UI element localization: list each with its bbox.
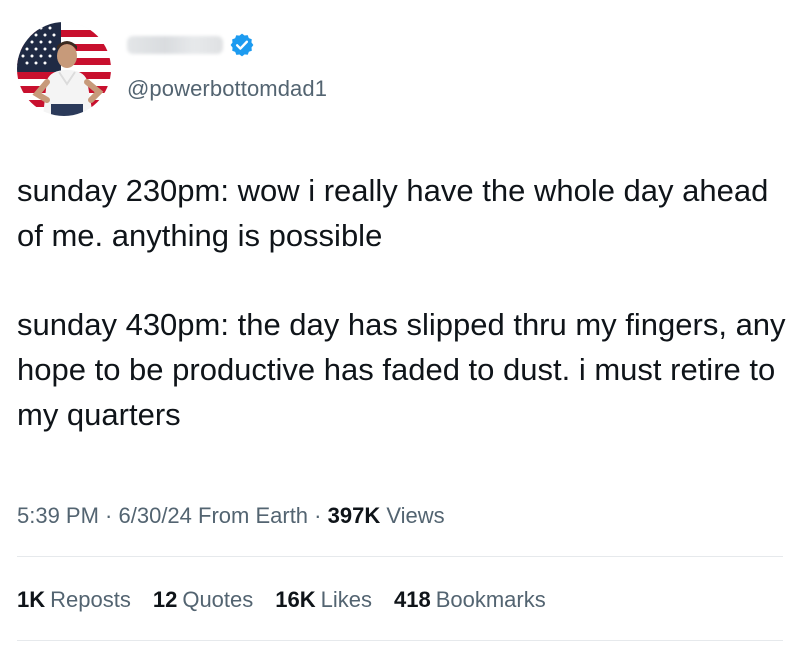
likes-count: 16K (275, 587, 316, 612)
tweet-date[interactable]: 6/30/24 (119, 503, 192, 528)
views-label: Views (380, 503, 445, 528)
bookmarks-label: Bookmarks (435, 587, 546, 612)
tweet-paragraph: sunday 230pm: wow i really have the whol… (17, 173, 769, 253)
divider (17, 556, 783, 557)
meta-separator: · (308, 503, 328, 528)
tweet-source: From Earth (191, 503, 309, 528)
author-name-row[interactable] (127, 28, 255, 62)
tweet-card: @powerbottomdad1 sunday 230pm: wow i rea… (0, 0, 800, 647)
tweet-time[interactable]: 5:39 PM (17, 503, 99, 528)
likes-label: Likes (320, 587, 372, 612)
tweet-text: sunday 230pm: wow i really have the whol… (17, 168, 787, 437)
flag-portrait-avatar-icon (17, 22, 111, 116)
bookmarks-stat[interactable]: 418 Bookmarks (394, 587, 546, 613)
author-handle[interactable]: @powerbottomdad1 (127, 76, 327, 102)
reposts-stat[interactable]: 1K Reposts (17, 587, 131, 613)
quotes-label: Quotes (182, 587, 254, 612)
author-avatar[interactable] (17, 22, 111, 116)
author-display-name-redacted (127, 36, 223, 54)
quotes-count: 12 (152, 587, 178, 612)
tweet-paragraph: sunday 430pm: the day has slipped thru m… (17, 307, 786, 432)
verified-badge-icon (230, 33, 254, 57)
reposts-count: 1K (17, 587, 46, 612)
engagement-stats: 1K Reposts 12 Quotes 16K Likes 418 Bookmarks (17, 587, 546, 613)
tweet-meta: 5:39 PM · 6/30/24 From Earth · 397K View… (17, 503, 445, 529)
likes-stat[interactable]: 16K Likes (275, 587, 372, 613)
divider (17, 640, 783, 641)
reposts-label: Reposts (50, 587, 131, 612)
quotes-stat[interactable]: 12 Quotes (153, 587, 253, 613)
meta-separator: · (98, 503, 119, 528)
bookmarks-count: 418 (393, 587, 431, 612)
views-count: 397K (327, 503, 381, 528)
